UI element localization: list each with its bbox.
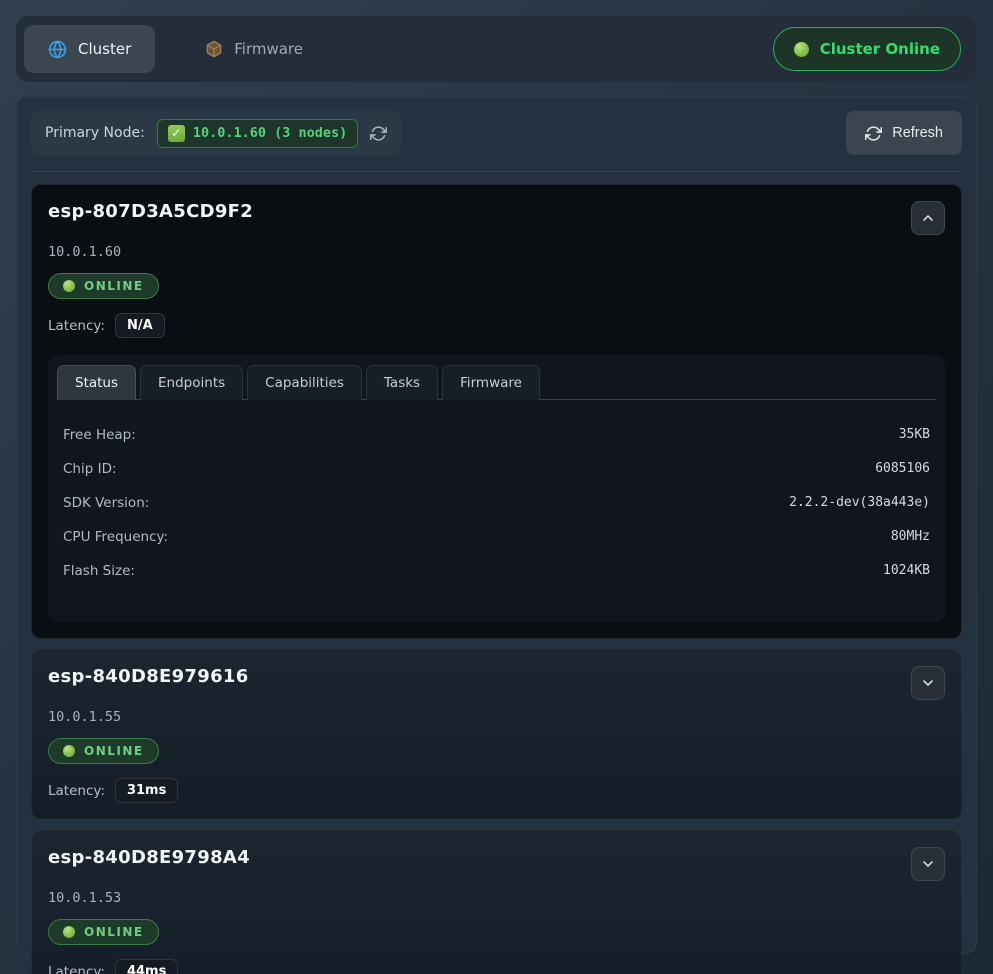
latency-label: Latency: — [48, 964, 105, 974]
primary-node-badge: ✓ 10.0.1.60 (3 nodes) — [157, 119, 358, 148]
latency-row: Latency: 31ms — [48, 778, 945, 803]
stat-label: Free Heap: — [63, 427, 136, 443]
node-ip: 10.0.1.60 — [48, 244, 945, 260]
cluster-online-label: Cluster Online — [820, 40, 940, 58]
stat-value: 1024KB — [883, 563, 930, 578]
card-header: esp-840D8E979616 — [48, 666, 945, 700]
stat-row-cpu-frequency: CPU Frequency: 80MHz — [63, 524, 930, 549]
green-status-dot-icon — [63, 745, 75, 757]
chevron-down-icon — [920, 856, 936, 872]
tab-endpoints[interactable]: Endpoints — [140, 365, 243, 400]
node-card-esp-840D8E979616: esp-840D8E979616 10.0.1.55 ONLINE Latenc… — [31, 649, 962, 820]
latency-row: Latency: 44ms — [48, 959, 945, 974]
nav-tab-label: Firmware — [234, 40, 303, 58]
node-ip: 10.0.1.55 — [48, 709, 945, 725]
check-icon: ✓ — [168, 125, 185, 142]
latency-value: 44ms — [115, 959, 178, 974]
package-icon — [205, 40, 223, 58]
top-navbar: Cluster Firmware Cluster Online — [16, 16, 977, 82]
expand-button[interactable] — [911, 847, 945, 881]
latency-value: 31ms — [115, 778, 178, 803]
node-detail-tabs-box: Status Endpoints Capabilities Tasks Firm… — [48, 355, 945, 622]
latency-label: Latency: — [48, 318, 105, 334]
online-status-label: ONLINE — [84, 925, 144, 939]
status-tab-content: Free Heap: 35KB Chip ID: 6085106 SDK Ver… — [57, 400, 936, 622]
tab-capabilities[interactable]: Capabilities — [247, 365, 362, 400]
online-status-label: ONLINE — [84, 279, 144, 293]
green-status-dot-icon — [63, 926, 75, 938]
stat-row-chip-id: Chip ID: 6085106 — [63, 456, 930, 481]
node-card-esp-807D3A5CD9F2: esp-807D3A5CD9F2 10.0.1.60 ONLINE Latenc… — [31, 184, 962, 639]
expand-button[interactable] — [911, 666, 945, 700]
stat-label: SDK Version: — [63, 495, 149, 511]
latency-label: Latency: — [48, 783, 105, 799]
stat-value: 2.2.2-dev(38a443e) — [789, 495, 930, 510]
card-header: esp-807D3A5CD9F2 — [48, 201, 945, 235]
online-status-label: ONLINE — [84, 744, 144, 758]
online-status-badge: ONLINE — [48, 738, 159, 764]
tabs-row: Status Endpoints Capabilities Tasks Firm… — [57, 364, 936, 400]
latency-value: N/A — [115, 313, 165, 338]
card-header: esp-840D8E9798A4 — [48, 847, 945, 881]
tab-status[interactable]: Status — [57, 365, 136, 400]
nav-tab-firmware[interactable]: Firmware — [181, 25, 327, 73]
chevron-down-icon — [920, 675, 936, 691]
refresh-icon — [865, 125, 882, 142]
stat-value: 6085106 — [875, 461, 930, 476]
tab-firmware[interactable]: Firmware — [442, 365, 540, 400]
nav-tab-cluster[interactable]: Cluster — [24, 25, 155, 73]
online-status-badge: ONLINE — [48, 273, 159, 299]
stat-value: 35KB — [899, 427, 930, 442]
node-name: esp-840D8E9798A4 — [48, 847, 250, 868]
stat-label: Flash Size: — [63, 563, 135, 579]
toolbar: Primary Node: ✓ 10.0.1.60 (3 nodes) — [31, 111, 962, 155]
stat-row-flash-size: Flash Size: 1024KB — [63, 558, 930, 583]
refresh-button[interactable]: Refresh — [846, 111, 962, 155]
latency-row: Latency: N/A — [48, 313, 945, 338]
primary-node-value: 10.0.1.60 (3 nodes) — [193, 125, 347, 141]
chevron-up-icon — [920, 210, 936, 226]
stat-label: CPU Frequency: — [63, 529, 168, 545]
sync-spinner-icon — [370, 125, 387, 142]
stat-value: 80MHz — [891, 529, 930, 544]
online-status-badge: ONLINE — [48, 919, 159, 945]
primary-node-label: Primary Node: — [45, 125, 145, 141]
node-card-esp-840D8E9798A4: esp-840D8E9798A4 10.0.1.53 ONLINE Latenc… — [31, 830, 962, 974]
stat-label: Chip ID: — [63, 461, 117, 477]
green-status-dot-icon — [794, 42, 809, 57]
stat-row-free-heap: Free Heap: 35KB — [63, 422, 930, 447]
collapse-button[interactable] — [911, 201, 945, 235]
node-name: esp-840D8E979616 — [48, 666, 249, 687]
refresh-label: Refresh — [892, 125, 943, 141]
tab-tasks[interactable]: Tasks — [366, 365, 438, 400]
primary-node-bar: Primary Node: ✓ 10.0.1.60 (3 nodes) — [31, 111, 401, 155]
toolbar-divider — [31, 171, 962, 172]
green-status-dot-icon — [63, 280, 75, 292]
globe-icon — [48, 40, 67, 59]
stat-row-sdk-version: SDK Version: 2.2.2-dev(38a443e) — [63, 490, 930, 515]
cluster-panel: Primary Node: ✓ 10.0.1.60 (3 nodes) — [16, 96, 977, 954]
nav-tab-label: Cluster — [78, 40, 131, 58]
node-name: esp-807D3A5CD9F2 — [48, 201, 253, 222]
cluster-online-badge: Cluster Online — [773, 27, 961, 71]
node-ip: 10.0.1.53 — [48, 890, 945, 906]
